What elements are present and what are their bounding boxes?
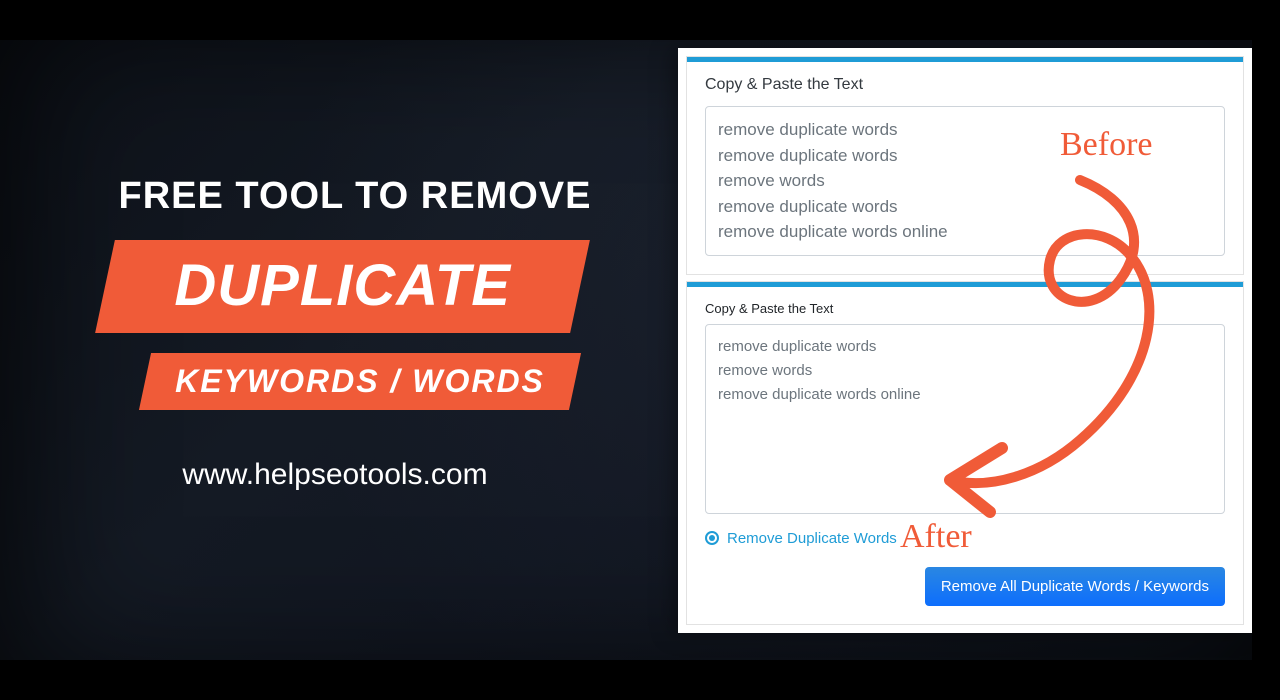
radio-icon — [705, 531, 719, 545]
after-textarea[interactable]: remove duplicate words remove words remo… — [705, 324, 1225, 514]
headline-line1: Free Tool to Remove — [75, 175, 635, 218]
before-card-label: Copy & Paste the Text — [705, 76, 1225, 94]
headline-badge-duplicate-label: Duplicate — [129, 252, 556, 319]
remove-all-button[interactable]: Remove All Duplicate Words / Keywords — [925, 567, 1225, 606]
website-url: www.helpseotools.com — [75, 458, 595, 492]
right-black-bar — [1252, 0, 1280, 700]
after-card: Copy & Paste the Text remove duplicate w… — [686, 281, 1244, 625]
annotation-before: Before — [1060, 126, 1153, 164]
action-row: Remove All Duplicate Words / Keywords — [705, 567, 1225, 606]
headline-badge-keywords: Keywords / Words — [139, 353, 581, 410]
option-remove-duplicates-label: Remove Duplicate Words — [727, 530, 897, 547]
promo-text-block: Free Tool to Remove Duplicate Keywords /… — [75, 175, 635, 492]
before-card: Copy & Paste the Text remove duplicate w… — [686, 56, 1244, 275]
after-card-label: Copy & Paste the Text — [705, 301, 1225, 316]
promo-slide: Free Tool to Remove Duplicate Keywords /… — [0, 0, 1280, 700]
annotation-after: After — [900, 518, 972, 556]
before-card-body: Copy & Paste the Text remove duplicate w… — [687, 62, 1243, 274]
after-card-body: Copy & Paste the Text remove duplicate w… — [687, 287, 1243, 624]
headline-badge-keywords-label: Keywords / Words — [165, 363, 555, 400]
headline-badge-duplicate: Duplicate — [95, 240, 590, 333]
